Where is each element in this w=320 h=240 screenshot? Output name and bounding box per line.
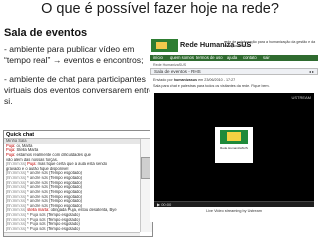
chat-message-text: (Tempo esgotado) [49,171,83,176]
chat-message-text: (Tempo esgotado) [46,213,80,217]
chat-message-time: [hh:mm:ss] [6,189,27,194]
section-heading: Sala de eventos [4,27,88,39]
chat-message-name: * andré sds [27,180,48,185]
chat-message-time: [hh:mm:ss] [6,222,27,227]
chat-message-time: [hh:mm:ss] [6,162,27,167]
chat-message-name: Puja: [6,143,16,148]
chat-message-name: stella marta: [27,208,50,213]
chat-message-name: * andré sds [27,185,48,190]
chat-message-text: obrigada Puja, estou desatenta, Bye [50,208,117,213]
chat-message-text: (Tempo esgotado) [49,194,83,199]
slide-title: O que é possível fazer hoje na rede? [41,1,279,17]
chat-message-name: * andré sds [27,199,48,204]
video-logo-center [227,132,241,141]
chat-window-title: Quick chat [4,131,152,139]
chat-message-name: * Puja sds [27,222,46,227]
chat-message-time: [hh:mm:ss] [6,199,27,204]
chat-message-time: [hh:mm:ss] [6,208,27,213]
chat-message-text: (Tempo esgotado) [46,226,80,231]
chat-message-name: Puja: [6,152,16,157]
nav-item-quem-somos[interactable]: quem somos [170,55,194,61]
chat-message-time: [hh:mm:ss] [6,171,27,176]
chat-message-name: * andré sds [27,194,48,199]
bullet-chat: - ambiente de chat para participantes vi… [4,74,154,106]
play-control[interactable]: ▶ 00:00 [157,202,171,207]
video-provider-tag: USTREAM [291,95,311,100]
chat-message-text: Stella Marta [16,148,39,153]
chat-message-text: oi, Marta [16,143,33,148]
chat-message-name: * andré sds [27,189,48,194]
chat-message-time: [hh:mm:ss] [6,176,27,180]
video-controls[interactable]: ▶ 00:00 [154,201,314,207]
chat-message-text: (Tempo esgotado) [46,217,80,222]
chat-message-name: Puja: [6,148,16,153]
chat-message-text: (Tempo esgotado) [49,185,83,190]
chat-message-name: * Puja sds [27,213,46,217]
chat-message-name: * andré sds [27,176,48,180]
author-link[interactable]: humanizasus [174,78,197,82]
chat-log: Minha Sala Puja: oi, Marta Puja: Stella … [4,139,140,234]
site-subtitle: rede de colaboração para a humanização d… [224,40,316,48]
chat-message-text: vão além das nossas forças. [6,157,58,162]
chat-message-name: * andré sds [27,203,48,208]
chat-message-text: gravado e o aulão fique disponível [6,166,69,171]
portal-screenshot: Rede Humaniza SUS rede de colaboração pa… [150,38,318,222]
bullet-video: - ambiente para publicar vídeo em “tempo… [4,44,144,65]
chat-message-time: [hh:mm:ss] [6,213,27,217]
video-logo: Rede HumanizaSUS [215,127,253,163]
chat-message-time: [hh:mm:ss] [6,217,27,222]
chat-message-time: [hh:mm:ss] [6,185,27,190]
nav-item-ajuda[interactable]: ajuda [227,55,237,61]
site-nav: início quem somos termos de uso ajuda co… [150,55,318,61]
live-caption: Live Video streaming by Ustream [206,209,262,213]
chat-message-name: Puja: [27,162,37,167]
chat-message-time: [hh:mm:ss] [6,226,27,231]
chat-message-input[interactable] [4,232,140,236]
chat-message-time: [hh:mm:ss] [6,203,27,208]
page-title: Sala de eventos - RHS [154,69,201,74]
chat-message-text: estamos realmente com dificuldades que [16,152,91,157]
nav-item-termos[interactable]: termos de uso [196,55,223,61]
chat-message-text: (Tempo esgotado) [49,199,83,204]
chat-message-text: (Tempo esgotado) [49,176,83,180]
nav-item-inicio[interactable]: início [153,55,163,61]
chat-message-name: * Puja sds [27,217,46,222]
post-description: Sala para chat e palestras para todos os… [153,84,270,88]
chat-message-time: [hh:mm:ss] [6,194,27,199]
chat-message-text: (Tempo esgotado) [46,222,80,227]
video-logo-text: Rede HumanizaSUS [220,146,248,150]
chat-message-text: (Tempo esgotado) [49,180,83,185]
chat-message-time: [hh:mm:ss] [6,180,27,185]
nav-item-contato[interactable]: contato [243,55,257,61]
post-meta: Enviado por humanizasus em 23/06/2010 - … [153,78,236,82]
page-title-bar: Sala de eventos - RHS ◂ ▸ [150,68,318,75]
chat-message-name: * Puja sds [27,226,46,231]
video-player[interactable]: USTREAM Rede HumanizaSUS ▶ 00:00 [154,93,314,207]
chat-message-text: (Tempo esgotado) [49,189,83,194]
breadcrumb[interactable]: Rede HumanizaSUS [153,63,186,67]
chat-message-text: mas fique certa que a aula esta sendo [37,162,108,167]
page-pager[interactable]: ◂ ▸ [309,69,314,75]
chat-message-name: * andré sds [27,171,48,176]
chat-window: Quick chat Minha Sala Puja: oi, Marta Pu… [3,130,153,237]
site-logo [151,39,178,52]
chat-message-name: Minha Sala [6,139,27,143]
nav-item-sair[interactable]: sair [263,55,270,61]
chat-message-text: (Tempo esgotado) [49,203,83,208]
